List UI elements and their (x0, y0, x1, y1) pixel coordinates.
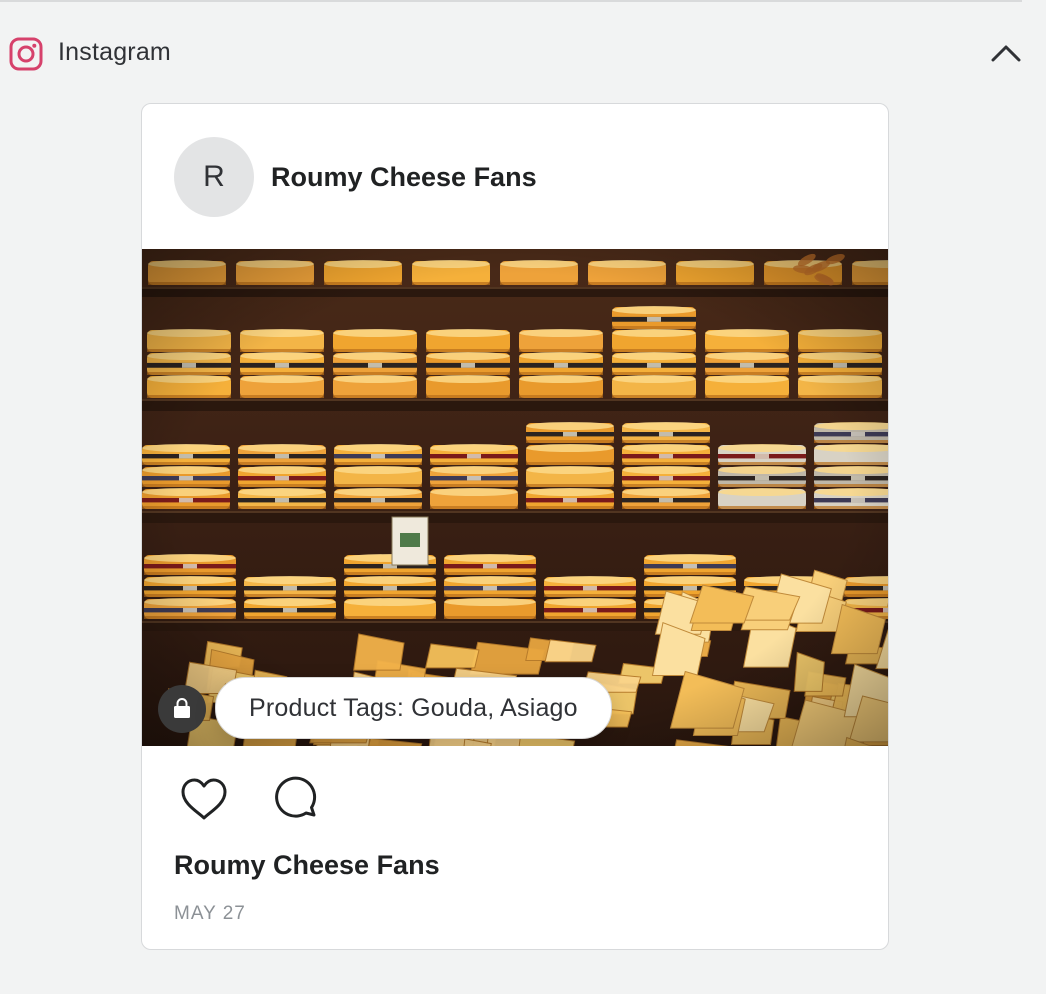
chevron-up-icon (991, 45, 1021, 62)
instagram-post-card: R Roumy Cheese Fans Product Tags: Gouda,… (141, 103, 889, 950)
product-tags-label[interactable]: Product Tags: Gouda, Asiago (215, 677, 612, 739)
post-date: MAY 27 (174, 903, 246, 924)
comment-icon (275, 776, 317, 818)
shopping-bag-icon (174, 698, 190, 718)
collapse-button[interactable] (986, 36, 1026, 70)
comment-button[interactable] (270, 774, 322, 826)
divider (0, 0, 1022, 2)
product-tag-button[interactable] (158, 685, 206, 733)
avatar: R (174, 137, 254, 217)
post-account-name: Roumy Cheese Fans (174, 850, 440, 880)
account-name: Roumy Cheese Fans (271, 162, 537, 192)
section-title: Instagram (58, 38, 171, 66)
instagram-preview-panel: Instagram R Roumy Cheese Fans Product Ta… (0, 0, 1046, 994)
like-button[interactable] (178, 774, 230, 826)
heart-icon (181, 778, 227, 820)
instagram-icon (9, 37, 43, 71)
section-header[interactable]: Instagram (0, 28, 1046, 80)
post-image: Product Tags: Gouda, Asiago (142, 249, 888, 746)
